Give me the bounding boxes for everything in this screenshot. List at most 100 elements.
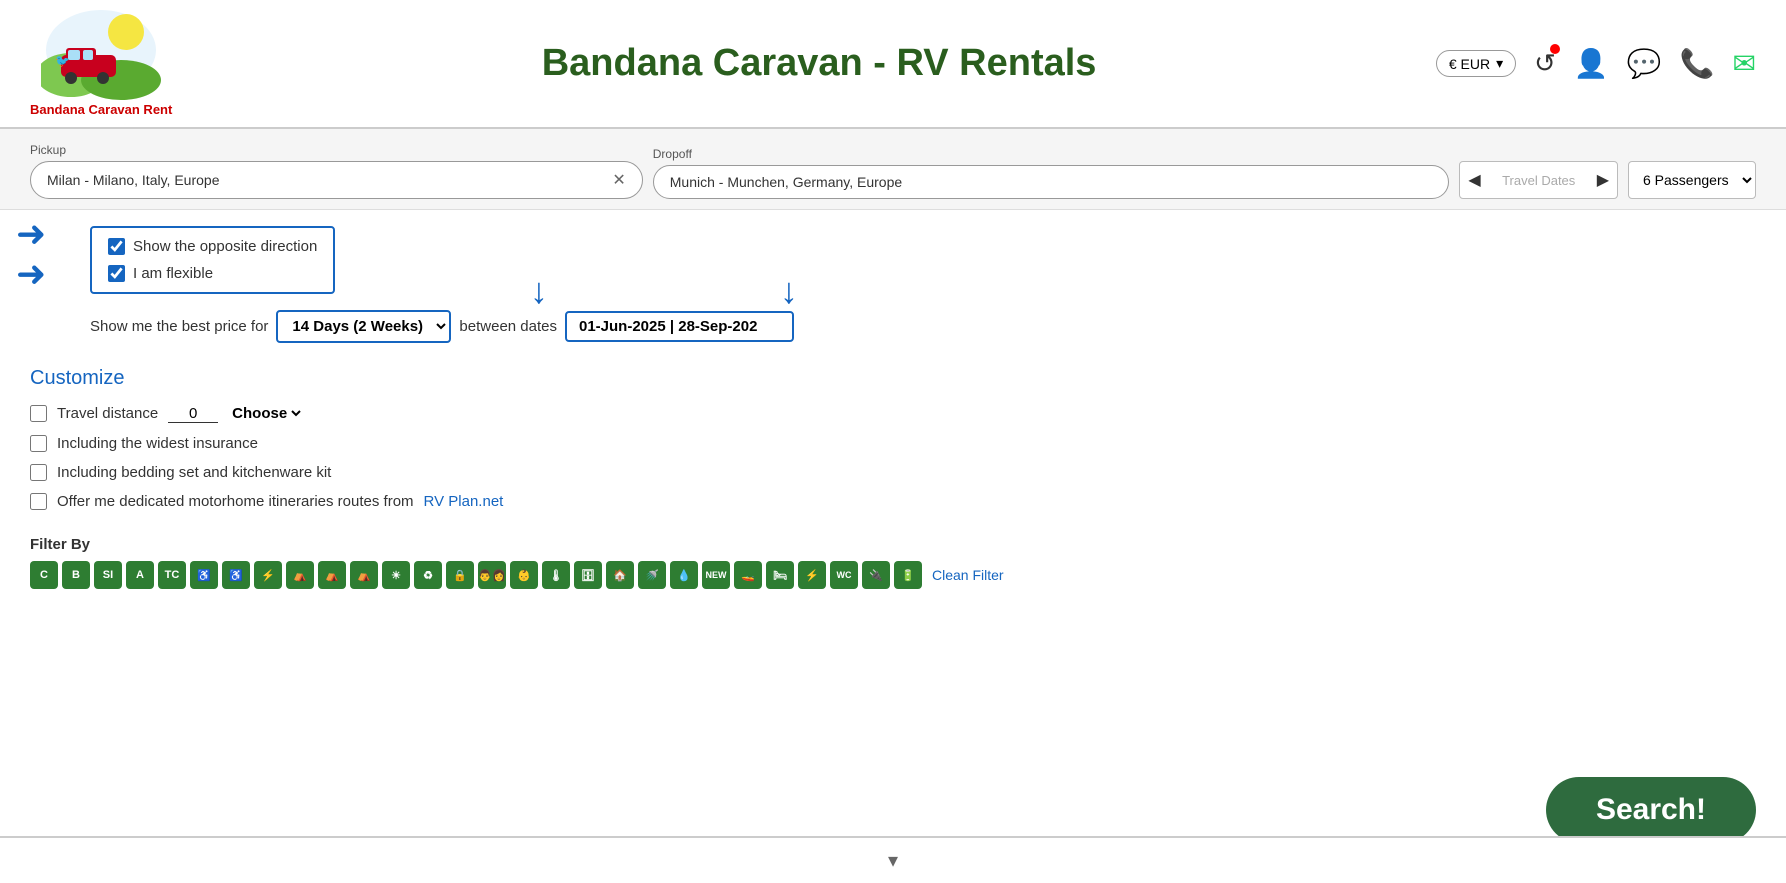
clean-filter-link[interactable]: Clean Filter	[932, 567, 1004, 583]
itineraries-checkbox[interactable]	[30, 493, 47, 510]
filter-section: Filter By C B SI A TC ♿ ♿ ⚡ ⛺ ⛺ ⛺ ☀ ♻ 🔒 …	[0, 536, 1786, 603]
header: 🐦 Bandana Caravan Rent Bandana Caravan -…	[0, 0, 1786, 129]
dates-prev-btn[interactable]: ◀	[1468, 170, 1480, 190]
best-price-row: Show me the best price for 14 Days (2 We…	[30, 310, 1756, 343]
flexible-checkbox[interactable]	[108, 265, 125, 282]
bedding-checkbox[interactable]	[30, 464, 47, 481]
filter-btn-boat[interactable]: 🚤	[734, 561, 762, 589]
phone-icon[interactable]: 📞	[1680, 47, 1715, 80]
rv-plan-link[interactable]: RV Plan.net	[424, 493, 504, 510]
checkboxes-area: Show the opposite direction I am flexibl…	[30, 226, 1756, 304]
history-btn[interactable]: ↺	[1534, 48, 1556, 79]
show-opposite-row: Show the opposite direction	[108, 238, 317, 255]
travel-dates-field[interactable]: ◀ Travel Dates ▶	[1459, 161, 1618, 199]
left-arrow-2: ➜	[16, 256, 46, 292]
filter-btn-camp3[interactable]: ⛺	[350, 561, 378, 589]
filter-btn-wc[interactable]: WC	[830, 561, 858, 589]
currency-value: € EUR	[1449, 56, 1490, 72]
travel-distance-row: Travel distance Choose km miles	[30, 404, 1756, 423]
user-icon[interactable]: 👤	[1574, 47, 1609, 80]
filter-btn-baby[interactable]: 👶	[510, 561, 538, 589]
left-arrow-1: ➜	[16, 216, 46, 252]
search-button[interactable]: Search!	[1546, 777, 1756, 843]
checkboxes-box: Show the opposite direction I am flexibl…	[90, 226, 335, 294]
filter-btn-b[interactable]: B	[62, 561, 90, 589]
filter-btn-battery[interactable]: 🔋	[894, 561, 922, 589]
filter-btn-a[interactable]: A	[126, 561, 154, 589]
down-arrow-1: ↓	[530, 270, 548, 312]
filter-title: Filter By	[30, 536, 1756, 553]
filter-btn-family[interactable]: 👨‍👩	[478, 561, 506, 589]
filter-btn-access[interactable]: ♿	[222, 561, 250, 589]
search-row: Pickup Milan - Milano, Italy, Europe ✕ D…	[30, 143, 1756, 199]
pickup-value: Milan - Milano, Italy, Europe	[47, 172, 219, 188]
dropoff-value: Munich - Munchen, Germany, Europe	[670, 174, 902, 190]
logo-area: 🐦 Bandana Caravan Rent	[30, 10, 172, 117]
choose-select[interactable]: Choose km miles	[228, 404, 304, 423]
logo-image: 🐦	[41, 10, 161, 100]
currency-selector[interactable]: € EUR ▾	[1436, 50, 1516, 77]
filter-btn-home[interactable]: 🏠	[606, 561, 634, 589]
passengers-group: 6 Passengers 1 Passenger 2 Passengers 3 …	[1628, 143, 1756, 199]
distance-input[interactable]	[168, 405, 218, 423]
travel-dates-placeholder: Travel Dates	[1489, 173, 1589, 188]
bedding-label: Including bedding set and kitchenware ki…	[57, 464, 331, 481]
pickup-clear-btn[interactable]: ✕	[612, 170, 625, 190]
filter-btn-temp[interactable]: 🌡	[542, 561, 570, 589]
customize-section: Customize Travel distance Choose km mile…	[0, 353, 1786, 536]
flexible-label: I am flexible	[133, 265, 213, 282]
bottom-bar: ▾	[0, 836, 1786, 883]
passengers-select[interactable]: 6 Passengers 1 Passenger 2 Passengers 3 …	[1628, 161, 1756, 199]
travel-dates-group: ◀ Travel Dates ▶	[1459, 143, 1618, 199]
dates-next-btn[interactable]: ▶	[1597, 170, 1609, 190]
mail-icon[interactable]: ✉	[1733, 47, 1756, 80]
pickup-field-group: Pickup Milan - Milano, Italy, Europe ✕	[30, 143, 643, 199]
filter-btn-camp1[interactable]: ⛺	[286, 561, 314, 589]
filter-btn-plug[interactable]: 🔌	[862, 561, 890, 589]
dropoff-label: Dropoff	[653, 147, 1450, 161]
whatsapp-icon[interactable]: 💬	[1627, 47, 1662, 80]
filter-btn-bed[interactable]: 🛏	[766, 561, 794, 589]
filter-btn-c[interactable]: C	[30, 561, 58, 589]
notification-dot	[1550, 44, 1560, 54]
bedding-row: Including bedding set and kitchenware ki…	[30, 464, 1756, 481]
filter-btn-bolt[interactable]: ⚡	[254, 561, 282, 589]
itineraries-row: Offer me dedicated motorhome itineraries…	[30, 493, 1756, 510]
chevron-down-icon: ▾	[888, 850, 898, 872]
dropoff-input[interactable]: Munich - Munchen, Germany, Europe	[653, 165, 1450, 199]
insurance-row: Including the widest insurance	[30, 435, 1756, 452]
insurance-label: Including the widest insurance	[57, 435, 258, 452]
filter-btn-tc[interactable]: TC	[158, 561, 186, 589]
search-btn-area: Search!	[1546, 777, 1756, 843]
filter-btn-si[interactable]: SI	[94, 561, 122, 589]
filter-btn-water[interactable]: 💧	[670, 561, 698, 589]
travel-distance-checkbox[interactable]	[30, 405, 47, 422]
search-bar: Pickup Milan - Milano, Italy, Europe ✕ D…	[0, 129, 1786, 210]
between-dates-label: between dates	[459, 318, 557, 335]
pickup-label: Pickup	[30, 143, 643, 157]
show-opposite-checkbox[interactable]	[108, 238, 125, 255]
filter-btn-fridge[interactable]: 🗄	[574, 561, 602, 589]
best-price-prefix: Show me the best price for	[90, 318, 268, 335]
insurance-checkbox[interactable]	[30, 435, 47, 452]
duration-select[interactable]: 14 Days (2 Weeks) 1 Day 7 Days (1 Week) …	[276, 310, 451, 343]
flexible-row: I am flexible	[108, 265, 317, 282]
filter-btn-wheelchair[interactable]: ♿	[190, 561, 218, 589]
options-area: ➜ ➜ ↓ ↓ Show the opposite direction I am…	[0, 210, 1786, 343]
show-opposite-label: Show the opposite direction	[133, 238, 317, 255]
logo-subtitle: Bandana Caravan Rent	[30, 102, 172, 117]
filter-btn-lock[interactable]: 🔒	[446, 561, 474, 589]
travel-distance-label: Travel distance	[57, 405, 158, 422]
pickup-input[interactable]: Milan - Milano, Italy, Europe ✕	[30, 161, 643, 199]
dropoff-field-group: Dropoff Munich - Munchen, Germany, Europ…	[653, 147, 1450, 199]
customize-title: Customize	[30, 367, 1756, 390]
filter-btn-camp2[interactable]: ⛺	[318, 561, 346, 589]
down-arrow-2: ↓	[780, 270, 798, 312]
filter-btn-new[interactable]: NEW	[702, 561, 730, 589]
filter-btn-elec[interactable]: ⚡	[798, 561, 826, 589]
site-title: Bandana Caravan - RV Rentals	[202, 42, 1436, 85]
filter-btn-sun[interactable]: ☀	[382, 561, 410, 589]
filter-btn-shower[interactable]: 🚿	[638, 561, 666, 589]
filter-btn-recycle[interactable]: ♻	[414, 561, 442, 589]
dates-range-input[interactable]	[565, 311, 794, 342]
